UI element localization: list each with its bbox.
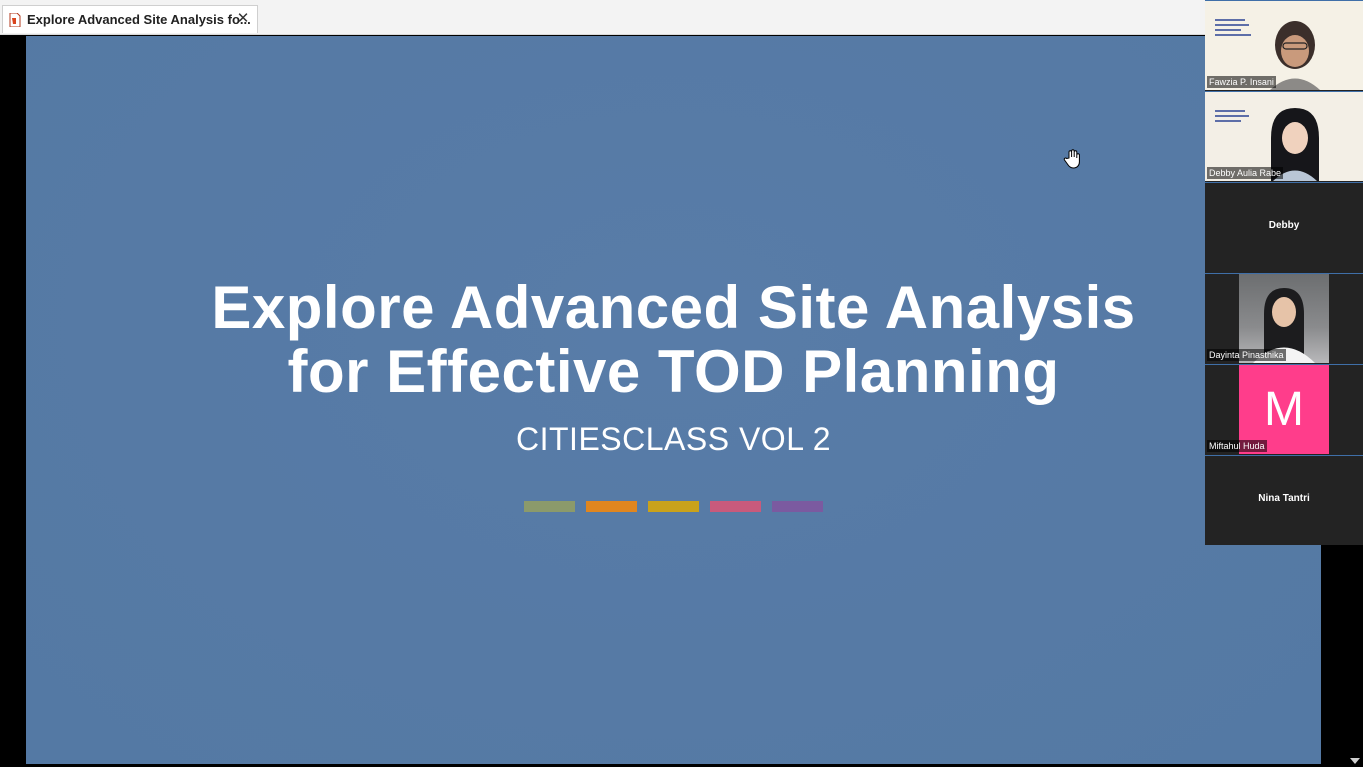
scroll-down-arrow-icon[interactable] [1350,758,1360,764]
participant-tile[interactable]: Debby Aulia Rabe [1205,91,1363,181]
participant-tile[interactable]: Dayinta Pinasthika [1205,273,1363,363]
participant-tile[interactable]: Debby [1205,182,1363,272]
color-bar-pink [710,501,761,512]
participant-name: Nina Tantri [1258,493,1310,504]
color-bar-purple [772,501,823,512]
pdf-file-icon [9,13,21,27]
participant-name: Debby [1268,220,1300,231]
color-bar-yellow [648,501,699,512]
slide: Explore Advanced Site Analysis for Effec… [26,36,1321,764]
slide-title: Explore Advanced Site Analysis for Effec… [26,276,1321,404]
shared-slide-thumbnail [1213,7,1273,47]
participants-panel: Fawzia P. Insani Debby Aulia Rabe Debby [1205,0,1363,545]
hand-cursor-icon [1063,149,1080,169]
close-tab-button[interactable]: ✕ [235,9,251,27]
tab-title: Explore Advanced Site Analysis fo... [27,12,251,27]
participant-tile[interactable]: Fawzia P. Insani [1205,0,1363,90]
participant-name: Fawzia P. Insani [1207,76,1276,88]
participant-name: Dayinta Pinasthika [1207,349,1286,361]
color-bars [524,501,823,512]
slide-title-line-1: Explore Advanced Site Analysis [211,274,1136,341]
participant-tile[interactable]: Nina Tantri [1205,455,1363,545]
participant-name: Miftahul Huda [1207,440,1267,452]
participant-tile[interactable]: M Miftahul Huda [1205,364,1363,454]
color-bar-green [524,501,575,512]
document-tab[interactable]: Explore Advanced Site Analysis fo... ✕ [2,5,258,33]
color-bar-orange [586,501,637,512]
participant-name: Debby Aulia Rabe [1207,167,1284,179]
shared-slide-thumbnail [1213,98,1273,138]
tab-bar: Explore Advanced Site Analysis fo... ✕ [0,0,1363,35]
presentation-stage: Explore Advanced Site Analysis for Effec… [0,35,1363,767]
slide-title-line-2: for Effective TOD Planning [287,338,1060,405]
slide-subtitle: CITIESCLASS VOL 2 [516,421,831,457]
